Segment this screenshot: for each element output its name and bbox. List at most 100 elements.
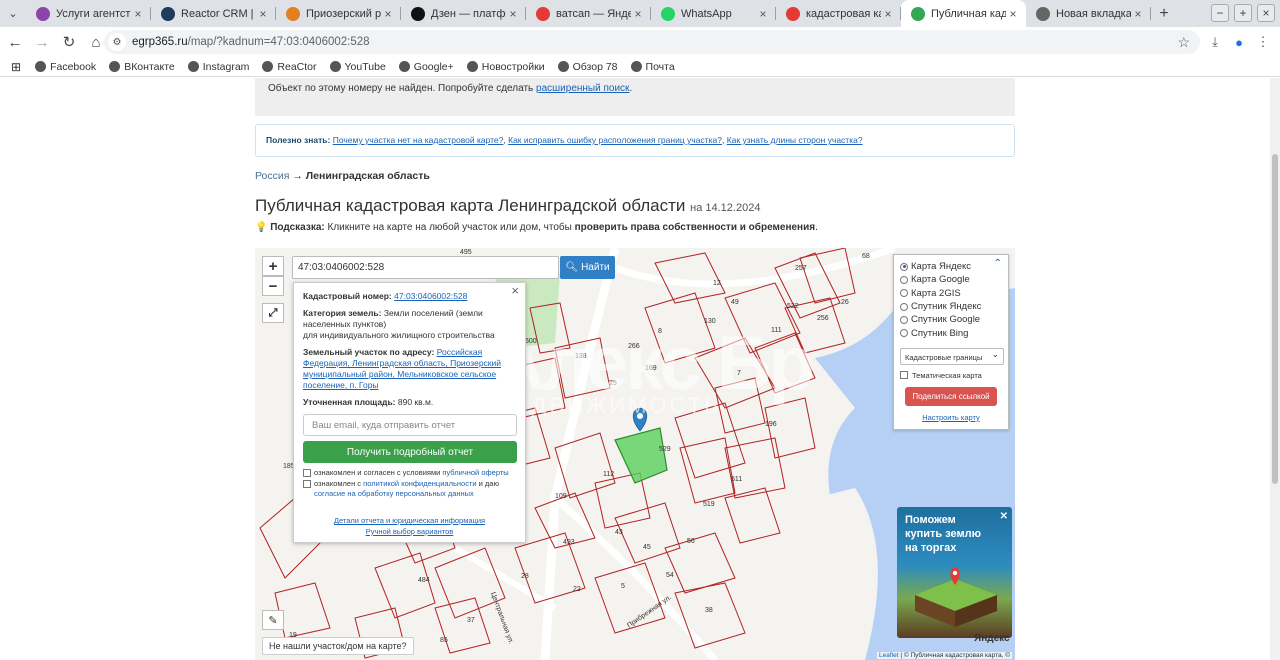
configure-map-link[interactable]: Настроить карту (900, 413, 1002, 422)
tab-close-icon[interactable]: × (381, 7, 395, 21)
tab-close-icon[interactable]: × (1131, 7, 1145, 21)
menu-icon[interactable]: ⋮ (1252, 31, 1274, 53)
bookmark-label: ВКонтакте (124, 60, 175, 73)
bookmark-item[interactable]: Facebook (35, 61, 96, 73)
parcel-label: 257 (795, 265, 807, 272)
whatsapp-icon (661, 6, 675, 21)
zoom-out-button[interactable]: − (262, 276, 284, 296)
bookmark-star-icon[interactable]: ☆ (1177, 34, 1190, 51)
privacy-link[interactable]: политикой конфиденциальности (363, 479, 476, 488)
report-details-link[interactable]: Детали отчета и юридическая информация (334, 516, 485, 525)
layer-option[interactable]: Карта Google (900, 273, 1002, 286)
page-scrollbar[interactable] (1270, 78, 1280, 660)
email-field[interactable]: Ваш email, куда отправить отчет (303, 414, 517, 436)
manual-choice-link[interactable]: Ручной выбор вариантов (366, 527, 454, 536)
tab-close-icon[interactable]: × (756, 7, 770, 21)
parcel-boundary[interactable] (724, 487, 781, 544)
get-report-button[interactable]: Получить подробный отчет (303, 441, 517, 463)
tab-search-chevron-icon[interactable]: ⌄ (0, 0, 26, 27)
bookmark-item[interactable]: ReaCtor (262, 61, 317, 73)
radio-button[interactable] (900, 315, 908, 324)
parcel-boundary[interactable] (764, 397, 816, 459)
ad-banner[interactable]: Поможем купить землю на торгах ✕ (897, 507, 1012, 638)
maximize-icon[interactable]: + (1234, 4, 1252, 22)
cadastral-layer-select[interactable]: Кадастровые границы (900, 347, 1004, 365)
breadcrumb-root[interactable]: Россия (255, 170, 289, 182)
offer-link[interactable]: публичной оферты (442, 468, 508, 477)
browser-tab[interactable]: Услуги агентства× (26, 0, 151, 27)
share-link-button[interactable]: Поделиться ссылкой (905, 386, 997, 406)
site-info-icon[interactable]: ⚙ (108, 33, 126, 51)
bookmark-item[interactable]: Почта (630, 61, 675, 73)
tab-close-icon[interactable]: × (131, 7, 145, 21)
thematic-map-option[interactable]: Тематическая карта (900, 371, 1002, 380)
radio-button[interactable] (900, 289, 908, 298)
bookmark-item[interactable]: Новостройки (466, 60, 545, 73)
kadnum-link[interactable]: 47:03:0406002:528 (394, 291, 467, 301)
tab-close-icon[interactable]: × (881, 7, 895, 21)
apps-icon[interactable]: ⊞ (11, 60, 21, 74)
browser-tab[interactable]: ватсап — Яндекс× (526, 0, 651, 27)
advanced-search-link[interactable]: расширенный поиск (536, 83, 629, 94)
bookmark-item[interactable]: ВКонтакте (109, 61, 175, 73)
useful-link-missing[interactable]: Почему участка нет на кадастровой карте? (333, 135, 504, 145)
browser-tab[interactable]: WhatsApp × (651, 0, 776, 27)
leaflet-link[interactable]: Leaflet (879, 652, 899, 659)
bookmark-item[interactable]: YouTube (329, 61, 386, 73)
layer-option[interactable]: Карта 2GIS (900, 287, 1002, 300)
reload-icon[interactable]: ↻ (57, 30, 81, 54)
fullscreen-icon[interactable]: ⤢ (262, 303, 284, 323)
profile-icon[interactable]: ● (1228, 31, 1250, 53)
tab-close-icon[interactable]: × (256, 7, 270, 21)
parcel-boundary[interactable] (594, 472, 651, 529)
tab-close-icon[interactable]: × (1006, 7, 1020, 21)
not-found-on-map-button[interactable]: Не нашли участок/дом на карте? (262, 637, 414, 655)
category-label: Категория земель: (303, 308, 382, 318)
parcel-boundary[interactable] (664, 532, 736, 594)
useful-link-side-lengths[interactable]: Как узнать длины сторон участка? (727, 135, 863, 145)
radio-button[interactable] (900, 262, 908, 271)
browser-tab[interactable]: кадастровая карта× (776, 0, 901, 27)
layer-option[interactable]: Спутник Яндекс (900, 300, 1002, 313)
tab-close-icon[interactable]: × (506, 7, 520, 21)
browser-tab[interactable]: Reactor CRM | CRM× (151, 0, 276, 27)
collapse-chevron-icon[interactable]: ⌃ (994, 258, 1002, 269)
parcel-boundary[interactable] (374, 552, 436, 619)
cadastral-map[interactable]: 495 257 68 12 49 130 522 26 256 500 138 25 8 266 169 7 1… (255, 248, 1015, 660)
bookmark-item[interactable]: Google+ (398, 61, 454, 73)
zoom-in-button[interactable]: + (262, 256, 284, 276)
bookmark-item[interactable]: Instagram (187, 61, 249, 73)
pencil-icon[interactable]: ✎ (262, 610, 284, 630)
layer-option[interactable]: Спутник Google (900, 313, 1002, 326)
personal-data-link[interactable]: согласие на обработку персональных данны… (314, 489, 474, 498)
parcel-boundary[interactable] (434, 597, 491, 654)
browser-tab[interactable]: Дзен — платформа× (401, 0, 526, 27)
layer-option[interactable]: Карта Яндекс (900, 260, 1002, 273)
bookmark-item[interactable]: Обзор 78 (557, 61, 618, 73)
browser-tab[interactable]: Публичная кадастровая× (901, 0, 1026, 27)
browser-tab[interactable]: Новая вкладка × (1026, 0, 1151, 27)
radio-button[interactable] (900, 302, 908, 311)
parcel-boundary[interactable] (614, 502, 681, 564)
map-search-input[interactable]: 47:03:0406002:528 (292, 256, 559, 279)
download-icon[interactable]: ⤓ (1204, 31, 1226, 53)
layer-option[interactable]: Спутник Bing (900, 326, 1002, 339)
map-find-button[interactable]: 🔍︎ Найти (560, 256, 615, 279)
consent-offer-checkbox[interactable] (303, 469, 311, 477)
tab-close-icon[interactable]: × (631, 7, 645, 21)
forward-icon[interactable]: → (30, 30, 54, 54)
new-tab-button[interactable]: + (1151, 5, 1177, 23)
bookmark-label: Новостройки (481, 60, 545, 73)
consent-privacy-checkbox[interactable] (303, 480, 311, 488)
radio-button[interactable] (900, 329, 908, 338)
address-bar[interactable]: ⚙ egrp365.ru /map/?kadnum=47:03:0406002:… (104, 30, 1200, 54)
close-icon[interactable]: × (511, 284, 519, 297)
scrollbar-thumb[interactable] (1272, 154, 1278, 484)
browser-tab[interactable]: Приозерский район× (276, 0, 401, 27)
useful-link-fix-error[interactable]: Как исправить ошибку расположения границ… (508, 135, 722, 145)
close-window-icon[interactable]: × (1257, 4, 1275, 22)
radio-button[interactable] (900, 275, 908, 284)
thematic-checkbox[interactable] (900, 371, 908, 380)
minimize-icon[interactable]: − (1211, 4, 1229, 22)
back-icon[interactable]: ← (3, 30, 27, 54)
